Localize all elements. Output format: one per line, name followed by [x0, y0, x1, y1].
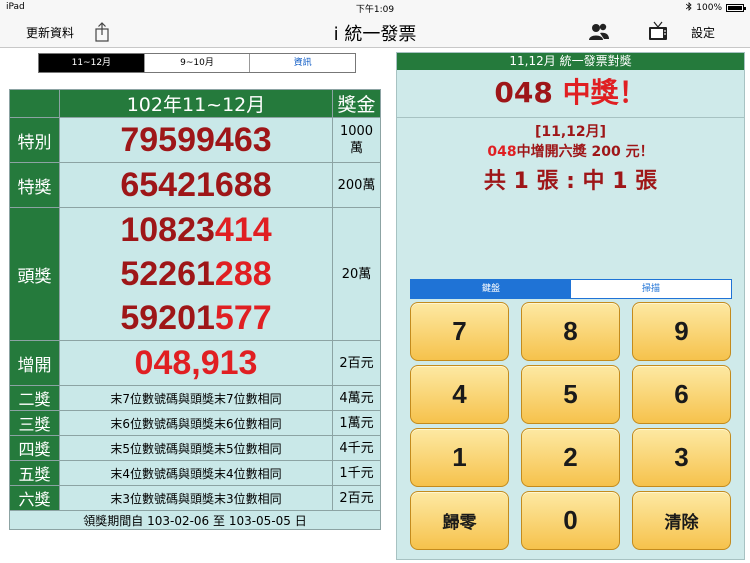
- header-prize: 獎金: [332, 89, 381, 118]
- extra-prize-label: 增開: [9, 340, 60, 386]
- special-prize-label: 特別: [9, 117, 60, 163]
- period-tabs: 11~12月 9~10月 資訊: [38, 53, 356, 73]
- detail-number: 048: [487, 144, 517, 160]
- result-display: 048 中獎！: [397, 70, 744, 118]
- rule-label: 六獎: [9, 485, 60, 511]
- result-detail: [11,12月] 048中增開六獎 200 元！: [397, 121, 744, 161]
- settings-button[interactable]: 設定: [691, 24, 715, 41]
- special-prize-number: 79599463: [59, 117, 333, 163]
- users-icon[interactable]: [587, 20, 611, 44]
- period-row: 領獎期間自 103-02-06 至 103-05-05 日: [9, 510, 381, 530]
- key-6[interactable]: 6: [632, 365, 731, 424]
- rule-amount: 4千元: [332, 435, 381, 461]
- special-amount-line1: 1000: [339, 124, 374, 139]
- rule-amount: 1萬元: [332, 410, 381, 436]
- rule-desc: 末3位數號碼與頭獎末3位數相同: [59, 485, 333, 511]
- input-number: 048: [494, 76, 553, 109]
- key-2[interactable]: 2: [521, 428, 620, 487]
- prize-table: 102年11~12月 獎金 特別 79599463 1000 萬 特獎 6542…: [9, 89, 381, 530]
- key-8[interactable]: 8: [521, 302, 620, 361]
- battery-icon: [726, 4, 746, 12]
- rule-amount: 4萬元: [332, 385, 381, 411]
- result-count: 共 1 張 : 中 1 張: [483, 169, 658, 194]
- rule-desc: 末4位數號碼與頭獎末4位數相同: [59, 460, 333, 486]
- claim-period: 領獎期間自 103-02-06 至 103-05-05 日: [9, 510, 381, 530]
- first-prize-number: 59201577: [60, 296, 332, 340]
- first-prize-numbers: 10823414 52261288 59201577: [59, 207, 333, 341]
- rule-amount: 1千元: [332, 460, 381, 486]
- key-3[interactable]: 3: [632, 428, 731, 487]
- nav-bar: 更新資料 i 統一發票 設定: [0, 16, 750, 48]
- grand-prize-number: 65421688: [59, 162, 333, 208]
- status-right: 100%: [686, 2, 746, 14]
- extra-prize-amount: 2百元: [332, 340, 381, 386]
- first-prize-number: 52261288: [60, 252, 332, 296]
- detail-prize: 中增開六獎: [516, 144, 587, 160]
- rule-row: 四獎 末5位數號碼與頭獎末5位數相同 4千元: [9, 435, 381, 461]
- key-4[interactable]: 4: [410, 365, 509, 424]
- detail-message: 048中增開六獎 200 元！: [397, 141, 744, 161]
- number-head: 10823: [120, 211, 215, 249]
- rule-label: 二獎: [9, 385, 60, 411]
- reset-button[interactable]: 歸零: [410, 491, 509, 550]
- key-0[interactable]: 0: [521, 491, 620, 550]
- tab-info[interactable]: 資訊: [250, 54, 356, 72]
- special-prize-row: 特別 79599463 1000 萬: [9, 117, 381, 163]
- input-mode-tabs: 鍵盤 掃描: [410, 279, 732, 299]
- rule-label: 四獎: [9, 435, 60, 461]
- rule-row: 二獎 末7位數號碼與頭獎末7位數相同 4萬元: [9, 385, 381, 411]
- status-time: 下午1:09: [355, 5, 395, 15]
- grand-prize-label: 特獎: [9, 162, 60, 208]
- tab-sep-oct[interactable]: 9~10月: [144, 54, 251, 72]
- checker-panel: 11,12月 統一發票對獎 048 中獎！ [11,12月] 048中增開六獎 …: [396, 52, 745, 560]
- first-prize-amount: 20萬: [332, 207, 381, 341]
- win-text: 中獎！: [562, 76, 647, 109]
- rule-row: 五獎 末4位數號碼與頭獎末4位數相同 1千元: [9, 460, 381, 486]
- detail-unit: 元！: [625, 144, 654, 160]
- rule-desc: 末6位數號碼與頭獎末6位數相同: [59, 410, 333, 436]
- key-5[interactable]: 5: [521, 365, 620, 424]
- rule-label: 五獎: [9, 460, 60, 486]
- number-head: 52261: [120, 255, 215, 293]
- rule-row: 三獎 末6位數號碼與頭獎末6位數相同 1萬元: [9, 410, 381, 436]
- number-tail: 577: [214, 299, 272, 337]
- tab-scan[interactable]: 掃描: [571, 280, 731, 298]
- detail-amount: 200: [591, 144, 621, 160]
- first-prize-number: 10823414: [60, 208, 332, 252]
- rule-label: 三獎: [9, 410, 60, 436]
- checker-header: 11,12月 統一發票對獎: [397, 53, 744, 70]
- header-period: 102年11~12月: [59, 89, 333, 118]
- rule-desc: 末5位數號碼與頭獎末5位數相同: [59, 435, 333, 461]
- key-7[interactable]: 7: [410, 302, 509, 361]
- clear-button[interactable]: 清除: [632, 491, 731, 550]
- table-header-row: 102年11~12月 獎金: [9, 89, 381, 118]
- first-prize-row: 頭獎 10823414 52261288 59201577 20萬: [9, 207, 381, 341]
- status-bar: iPad 下午1:09 100%: [0, 0, 750, 16]
- tab-keypad[interactable]: 鍵盤: [411, 280, 571, 298]
- rule-amount: 2百元: [332, 485, 381, 511]
- rule-row: 六獎 末3位數號碼與頭獎末3位數相同 2百元: [9, 485, 381, 511]
- key-9[interactable]: 9: [632, 302, 731, 361]
- rule-desc: 末7位數號碼與頭獎末7位數相同: [59, 385, 333, 411]
- app-title: i 統一發票: [333, 24, 417, 45]
- grand-prize-row: 特獎 65421688 200萬: [9, 162, 381, 208]
- first-prize-label: 頭獎: [9, 207, 60, 341]
- keypad: 7 8 9 4 5 6 1 2 3 歸零 0 清除: [410, 302, 732, 550]
- number-tail: 288: [214, 255, 272, 293]
- key-1[interactable]: 1: [410, 428, 509, 487]
- tv-icon[interactable]: [646, 20, 670, 44]
- header-spacer: [9, 89, 60, 118]
- special-prize-amount: 1000 萬: [332, 117, 381, 163]
- extra-prize-number: 048,913: [59, 340, 333, 386]
- tab-nov-dec[interactable]: 11~12月: [39, 54, 145, 72]
- grand-prize-amount: 200萬: [332, 162, 381, 208]
- battery-percent: 100%: [696, 3, 722, 13]
- detail-period: [11,12月]: [534, 124, 607, 140]
- number-tail: 414: [214, 211, 272, 249]
- bluetooth-icon: [686, 2, 692, 14]
- extra-prize-row: 增開 048,913 2百元: [9, 340, 381, 386]
- number-head: 59201: [120, 299, 215, 337]
- special-amount-line2: 萬: [349, 141, 363, 156]
